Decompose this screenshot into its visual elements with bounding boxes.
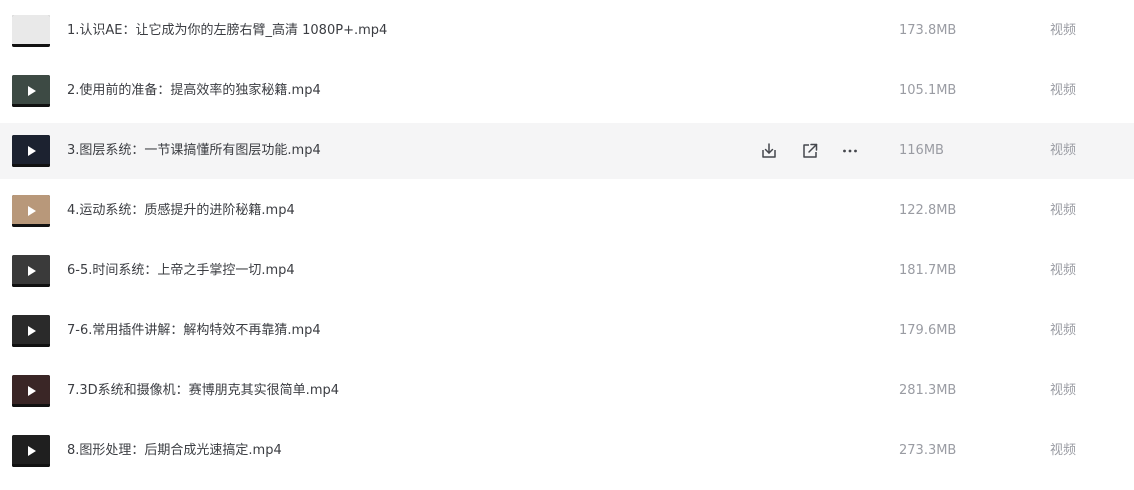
file-name[interactable]: 4.运动系统：质感提升的进阶秘籍.mp4 <box>67 183 295 239</box>
play-icon <box>28 326 36 336</box>
file-row[interactable]: 2.使用前的准备：提高效率的独家秘籍.mp4 105.1MB 视频 <box>0 63 1134 119</box>
file-size: 273.3MB <box>899 443 957 458</box>
video-thumbnail <box>12 15 50 47</box>
file-size: 281.3MB <box>899 383 957 398</box>
file-size: 179.6MB <box>899 323 957 338</box>
video-thumbnail <box>12 135 50 167</box>
file-name[interactable]: 7.3D系统和摄像机：赛博朋克其实很简单.mp4 <box>67 363 339 419</box>
file-size: 116MB <box>899 143 944 158</box>
thumbnail-timeline <box>12 404 50 407</box>
file-name[interactable]: 3.图层系统：一节课搞懂所有图层功能.mp4 <box>67 123 321 179</box>
thumbnail-timeline <box>12 104 50 107</box>
file-row[interactable]: 7-6.常用插件讲解：解构特效不再靠猜.mp4 179.6MB 视频 <box>0 303 1134 359</box>
play-icon <box>28 86 36 96</box>
thumbnail-timeline <box>12 44 50 47</box>
video-thumbnail <box>12 75 50 107</box>
play-icon <box>28 206 36 216</box>
file-type: 视频 <box>1050 23 1077 38</box>
file-name[interactable]: 8.图形处理：后期合成光速搞定.mp4 <box>67 423 282 479</box>
share-icon[interactable] <box>800 141 820 161</box>
file-size: 173.8MB <box>899 23 957 38</box>
thumbnail-timeline <box>12 464 50 467</box>
file-type: 视频 <box>1050 263 1077 278</box>
file-list: 1.认识AE：让它成为你的左膀右臂_高清 1080P+.mp4 173.8MB … <box>0 0 1134 490</box>
video-thumbnail <box>12 315 50 347</box>
file-name[interactable]: 6-5.时间系统：上帝之手掌控一切.mp4 <box>67 243 295 299</box>
file-name[interactable]: 2.使用前的准备：提高效率的独家秘籍.mp4 <box>67 63 321 119</box>
file-row[interactable]: 1.认识AE：让它成为你的左膀右臂_高清 1080P+.mp4 173.8MB … <box>0 3 1134 59</box>
file-type: 视频 <box>1050 443 1077 458</box>
play-icon <box>28 266 36 276</box>
file-row[interactable]: 6-5.时间系统：上帝之手掌控一切.mp4 181.7MB 视频 <box>0 243 1134 299</box>
video-thumbnail <box>12 195 50 227</box>
thumbnail-preview <box>12 15 50 47</box>
download-icon[interactable] <box>759 141 779 161</box>
file-type: 视频 <box>1050 383 1077 398</box>
play-icon <box>28 386 36 396</box>
file-size: 105.1MB <box>899 83 957 98</box>
file-type: 视频 <box>1050 143 1077 158</box>
more-icon[interactable] <box>840 141 860 161</box>
thumbnail-timeline <box>12 344 50 347</box>
thumbnail-timeline <box>12 284 50 287</box>
file-row[interactable]: 8.图形处理：后期合成光速搞定.mp4 273.3MB 视频 <box>0 423 1134 479</box>
file-row[interactable]: 3.图层系统：一节课搞懂所有图层功能.mp4 116MB 视频 <box>0 123 1134 179</box>
video-thumbnail <box>12 375 50 407</box>
thumbnail-timeline <box>12 164 50 167</box>
file-size: 122.8MB <box>899 203 957 218</box>
file-name[interactable]: 7-6.常用插件讲解：解构特效不再靠猜.mp4 <box>67 303 321 359</box>
file-type: 视频 <box>1050 83 1077 98</box>
file-size: 181.7MB <box>899 263 957 278</box>
file-type: 视频 <box>1050 203 1077 218</box>
file-row[interactable]: 4.运动系统：质感提升的进阶秘籍.mp4 122.8MB 视频 <box>0 183 1134 239</box>
video-thumbnail <box>12 255 50 287</box>
play-icon <box>28 446 36 456</box>
file-name[interactable]: 1.认识AE：让它成为你的左膀右臂_高清 1080P+.mp4 <box>67 3 387 59</box>
play-icon <box>28 146 36 156</box>
file-row[interactable]: 7.3D系统和摄像机：赛博朋克其实很简单.mp4 281.3MB 视频 <box>0 363 1134 419</box>
thumbnail-timeline <box>12 224 50 227</box>
video-thumbnail <box>12 435 50 467</box>
file-type: 视频 <box>1050 323 1077 338</box>
